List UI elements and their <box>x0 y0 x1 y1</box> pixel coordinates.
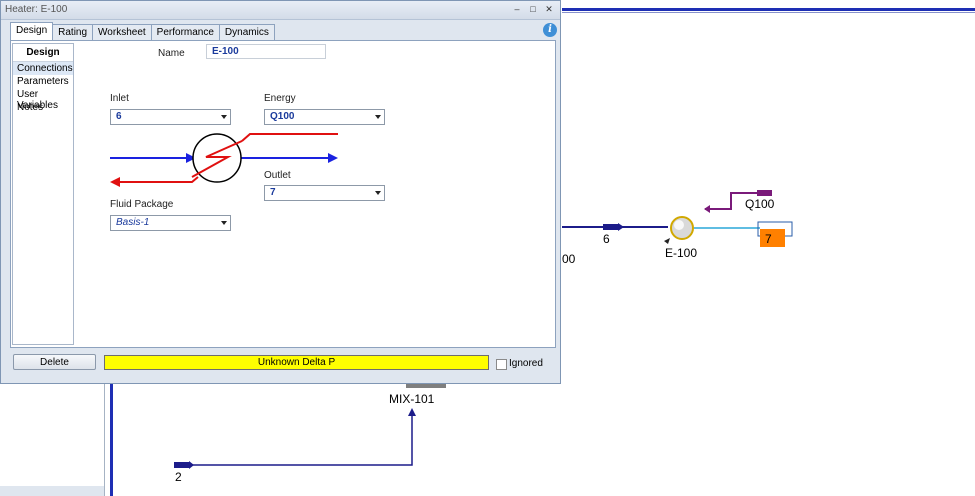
stream-2-label: 2 <box>175 470 182 484</box>
chevron-down-icon <box>375 115 381 119</box>
name-field[interactable]: E-100 <box>206 44 326 59</box>
design-panel: Design Connections Parameters User Varia… <box>10 40 556 348</box>
ignored-checkbox[interactable] <box>496 359 507 370</box>
chevron-down-icon <box>221 221 227 225</box>
inlet-label: Inlet <box>110 93 129 104</box>
chevron-down-icon <box>375 191 381 195</box>
status-bar: Unknown Delta P <box>104 355 489 370</box>
heater-diagram <box>110 133 338 187</box>
delete-button[interactable]: Delete <box>13 354 96 370</box>
outlet-label: 7 <box>765 232 772 246</box>
fluid-package-value: Basis-1 <box>116 217 150 228</box>
tab-design[interactable]: Design <box>10 22 54 40</box>
design-nav: Design Connections Parameters User Varia… <box>12 43 74 345</box>
chevron-down-icon <box>221 115 227 119</box>
canvas-left-border <box>110 384 113 496</box>
stream-2-line <box>178 413 413 466</box>
fluid-package-label: Fluid Package <box>110 199 174 210</box>
heater-label: E-100 <box>665 246 698 260</box>
info-icon[interactable]: i <box>543 23 557 37</box>
nav-item-notes[interactable]: Notes <box>13 101 73 114</box>
dialog-footer: Delete Unknown Delta P Ignored <box>1 351 560 381</box>
dialog-titlebar[interactable]: Heater: E-100 – □ ✕ <box>1 1 560 20</box>
tab-performance[interactable]: Performance <box>150 24 220 40</box>
close-icon[interactable]: ✕ <box>544 4 554 14</box>
energy-label: Q100 <box>745 197 775 211</box>
partial-label: 00 <box>562 252 576 266</box>
tab-dynamics[interactable]: Dynamics <box>218 24 275 40</box>
ignored-label: Ignored <box>509 358 543 369</box>
mixer-symbol <box>406 384 446 388</box>
heater-dialog: Heater: E-100 – □ ✕ Design Rating Worksh… <box>0 0 561 384</box>
energy-field-label: Energy <box>264 93 296 104</box>
mixer-label: MIX-101 <box>389 392 435 406</box>
nav-item-parameters[interactable]: Parameters <box>13 75 73 88</box>
tab-worksheet[interactable]: Worksheet <box>92 24 152 40</box>
nav-header: Design <box>13 44 73 62</box>
stream-6-label: 6 <box>603 232 610 246</box>
dialog-title: Heater: E-100 <box>5 4 68 15</box>
minimize-icon[interactable]: – <box>512 4 522 14</box>
nav-item-user-variables[interactable]: User Variables <box>13 88 73 111</box>
maximize-icon[interactable]: □ <box>528 4 538 14</box>
canvas-top-border <box>562 8 975 11</box>
name-label: Name <box>158 48 185 59</box>
stream-7-flag <box>760 229 785 247</box>
tab-rating[interactable]: Rating <box>52 24 94 40</box>
nav-item-connections[interactable]: Connections <box>13 62 73 75</box>
fluid-package-select[interactable]: Basis-1 <box>110 215 231 231</box>
tab-strip: Design Rating Worksheet Performance Dyna… <box>10 22 275 40</box>
